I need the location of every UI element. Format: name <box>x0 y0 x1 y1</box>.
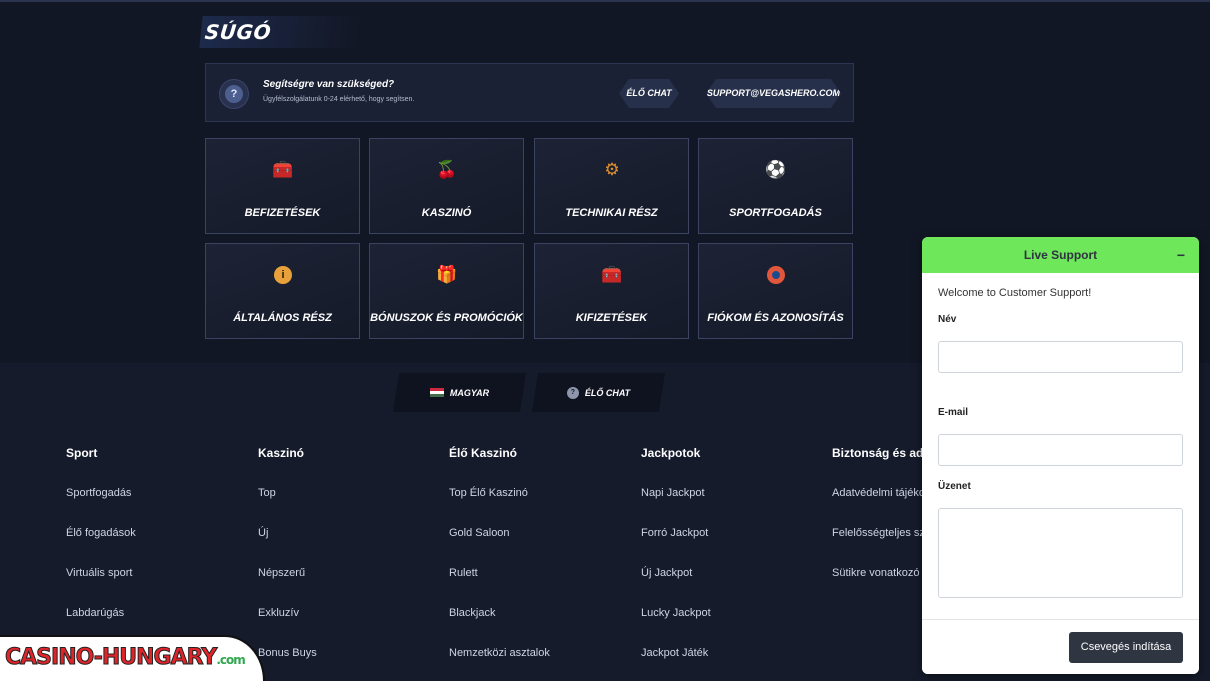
minimize-button[interactable]: − <box>1177 237 1185 273</box>
footer-link[interactable]: Top <box>258 486 438 500</box>
footer-column-heading: Jackpotok <box>641 446 701 460</box>
footer-link[interactable]: Jackpot Játék <box>641 646 821 660</box>
widget-welcome: Welcome to Customer Support! <box>938 287 1092 299</box>
footer-link[interactable]: Bonus Buys <box>258 646 438 660</box>
category-label: ÁLTALÁNOS RÉSZ <box>233 311 332 324</box>
footer-link[interactable]: Gold Saloon <box>449 526 629 540</box>
help-bar: ? Segítségre van szükséged? Ügyfélszolgá… <box>205 63 854 122</box>
footer-column-sport: Sport Sportfogadás Élő fogadások Virtuál… <box>66 446 246 646</box>
gear-icon: ⚙ <box>604 160 620 179</box>
message-field[interactable] <box>938 508 1183 598</box>
footer-column-heading: Élő Kaszinó <box>449 446 518 460</box>
name-field[interactable] <box>938 341 1183 373</box>
watermark-logo: CASINO-HUNGARY.com <box>5 645 246 671</box>
footer-link[interactable]: Élő fogadások <box>66 526 246 540</box>
treasure-chest-icon: 🧰 <box>601 265 623 284</box>
footer-link[interactable]: Blackjack <box>449 606 629 620</box>
start-chat-button[interactable]: Csevegés indítása <box>1069 632 1183 663</box>
hungary-flag-icon <box>430 388 444 398</box>
email-label: E-mail <box>938 407 969 418</box>
footer-link[interactable]: Népszerű <box>258 566 438 580</box>
category-label: BEFIZETÉSEK <box>244 206 321 219</box>
widget-title: Live Support <box>1023 248 1098 262</box>
footer-link[interactable]: Labdarúgás <box>66 606 246 620</box>
footer-link[interactable]: Forró Jackpot <box>641 526 821 540</box>
category-deposits[interactable]: 🧰 BEFIZETÉSEK <box>205 138 360 234</box>
category-account[interactable]: FIÓKOM ÉS AZONOSÍTÁS <box>698 243 853 339</box>
footer-link[interactable]: Rulett <box>449 566 629 580</box>
info-icon: i <box>272 264 294 286</box>
footer-link[interactable]: Új <box>258 526 438 540</box>
footer-link[interactable]: Lucky Jackpot <box>641 606 821 620</box>
treasure-chest-icon: 🧰 <box>272 160 294 179</box>
question-icon: ? <box>219 79 249 109</box>
casino-hungary-watermark: CASINO-HUNGARY.com <box>0 635 265 681</box>
footer-column-security: Biztonság és adat Adatvédelmi tájékoz Fe… <box>832 446 922 606</box>
gift-box-icon: 🎁 <box>436 265 458 284</box>
footer-column-heading: Sport <box>66 446 98 460</box>
category-label: KIFIZETÉSEK <box>575 311 648 324</box>
footer-link[interactable]: Exkluzív <box>258 606 438 620</box>
category-withdrawals[interactable]: 🧰 KIFIZETÉSEK <box>534 243 689 339</box>
support-email-button[interactable]: SUPPORT@VEGASHERO.COM <box>706 79 841 108</box>
widget-footer: Csevegés indítása <box>922 619 1199 674</box>
category-label: BÓNUSZOK ÉS PROMÓCIÓK <box>370 311 523 324</box>
category-sports-betting[interactable]: ⚽ SPORTFOGADÁS <box>698 138 853 234</box>
category-technical[interactable]: ⚙ TECHNIKAI RÉSZ <box>534 138 689 234</box>
help-subtext: Ügyfélszolgálatunk 0-24 elérhető, hogy s… <box>263 96 415 103</box>
footer-link[interactable]: Felelősségteljes sze <box>832 526 922 540</box>
chat-icon: ? <box>567 387 579 399</box>
footer-link[interactable]: Új Jackpot <box>641 566 821 580</box>
footer-link[interactable]: Nemzetközi asztalok <box>449 646 629 660</box>
footer-column-heading: Biztonság és adat <box>832 446 922 460</box>
category-label: FIÓKOM ÉS AZONOSÍTÁS <box>707 311 844 324</box>
category-casino[interactable]: 🍒 KASZINÓ <box>369 138 524 234</box>
user-icon <box>765 264 787 286</box>
footer-live-chat-label: ÉLŐ CHAT <box>584 387 631 398</box>
footer-column-heading: Kaszinó <box>258 446 305 460</box>
footer-live-chat-button[interactable]: ? ÉLŐ CHAT <box>532 373 665 412</box>
footer-link[interactable]: Top Élő Kaszinó <box>449 486 629 500</box>
category-label: KASZINÓ <box>421 206 472 219</box>
name-label: Név <box>938 314 957 325</box>
footer-column-live-casino: Élő Kaszinó Top Élő Kaszinó Gold Saloon … <box>449 446 629 681</box>
footer-link[interactable]: Sportfogadás <box>66 486 246 500</box>
category-label: SPORTFOGADÁS <box>729 206 822 219</box>
cherries-icon: 🍒 <box>436 160 458 179</box>
live-chat-button[interactable]: ÉLŐ CHAT <box>619 79 679 108</box>
help-heading: Segítségre van szükséged? <box>263 79 395 90</box>
widget-header: Live Support − <box>922 237 1199 273</box>
soccer-ball-icon: ⚽ <box>765 160 787 179</box>
live-support-widget: Live Support − Welcome to Customer Suppo… <box>922 237 1199 674</box>
footer-link[interactable]: Virtuális sport <box>66 566 246 580</box>
category-label: TECHNIKAI RÉSZ <box>565 206 658 219</box>
footer-column-casino: Kaszinó Top Új Népszerű Exkluzív Bonus B… <box>258 446 438 681</box>
footer-column-jackpots: Jackpotok Napi Jackpot Forró Jackpot Új … <box>641 446 821 681</box>
language-label: MAGYAR <box>449 387 490 398</box>
footer-link[interactable]: Sütikre vonatkozó t <box>832 566 922 580</box>
category-bonuses[interactable]: 🎁 BÓNUSZOK ÉS PROMÓCIÓK <box>369 243 524 339</box>
email-field[interactable] <box>938 434 1183 466</box>
language-button[interactable]: MAGYAR <box>393 373 526 412</box>
message-label: Üzenet <box>938 481 971 492</box>
footer-link[interactable]: Napi Jackpot <box>641 486 821 500</box>
footer-link[interactable]: Adatvédelmi tájékoz <box>832 486 922 500</box>
category-general[interactable]: i ÁLTALÁNOS RÉSZ <box>205 243 360 339</box>
page-title: SÚGÓ <box>199 16 363 48</box>
